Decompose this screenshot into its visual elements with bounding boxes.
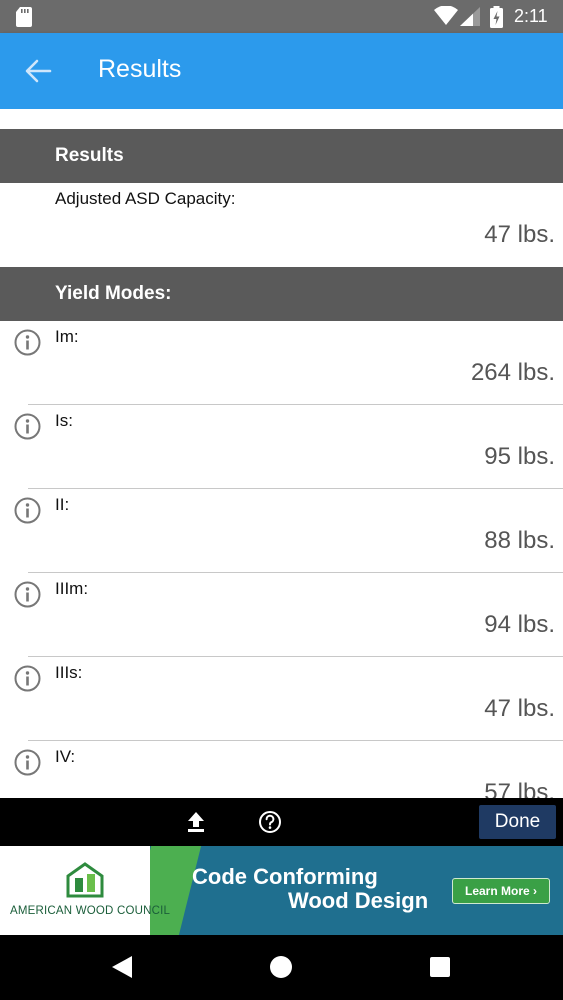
capacity-label: Adjusted ASD Capacity: (55, 189, 236, 208)
nav-recents-icon[interactable] (430, 957, 450, 977)
ad-org-name: AMERICAN WOOD COUNCIL (10, 905, 171, 917)
yield-mode-value: 94 lbs. (484, 611, 555, 638)
yield-mode-value: 47 lbs. (484, 695, 555, 722)
yield-mode-row-iiis: IIIs: 47 lbs. (0, 657, 563, 741)
yield-mode-row-ii: II: 88 lbs. (0, 489, 563, 573)
yield-mode-label: IIIs: (55, 663, 83, 682)
capacity-row: Adjusted ASD Capacity: 47 lbs. (0, 183, 563, 267)
yield-modes-section-header: Yield Modes: (0, 267, 563, 321)
yield-mode-label: II: (55, 495, 70, 514)
yield-mode-label: Is: (55, 411, 73, 430)
app-bar: Results (0, 33, 563, 109)
info-icon[interactable] (14, 581, 41, 608)
system-navigation-bar (0, 935, 563, 1000)
page-title: Results (98, 55, 182, 83)
results-content[interactable]: Results Adjusted ASD Capacity: 47 lbs. Y… (0, 109, 563, 798)
yield-mode-label: Im: (55, 327, 79, 346)
top-spacer (0, 109, 563, 129)
nav-back-icon[interactable] (111, 955, 133, 979)
yield-mode-row-is: Is: 95 lbs. (0, 405, 563, 489)
ad-banner[interactable]: AMERICAN WOOD COUNCIL Code Conforming Wo… (0, 846, 563, 935)
info-icon[interactable] (14, 497, 41, 524)
battery-charging-icon (490, 6, 503, 28)
bottom-toolbar: Done (0, 798, 563, 846)
yield-mode-value: 57 lbs. (484, 779, 555, 798)
ad-headline-line1: Code Conforming (192, 864, 378, 889)
yield-mode-label: IV: (55, 747, 76, 766)
yield-mode-value: 88 lbs. (484, 527, 555, 554)
yield-mode-row-iiim: IIIm: 94 lbs. (0, 573, 563, 657)
ad-headline-line2: Wood Design (288, 888, 429, 913)
wifi-icon (434, 6, 458, 25)
info-icon[interactable] (14, 665, 41, 692)
awc-logo-icon (66, 862, 104, 898)
signal-icon (460, 7, 480, 26)
info-icon[interactable] (14, 413, 41, 440)
ad-learn-more-button[interactable]: Learn More › (452, 878, 550, 904)
nav-home-icon[interactable] (270, 956, 292, 978)
results-section-header: Results (0, 129, 563, 183)
screen: 2:11 Results Results Adjusted ASD Capaci… (0, 0, 563, 1000)
done-button[interactable]: Done (479, 805, 556, 839)
back-arrow-icon[interactable] (24, 58, 52, 84)
info-icon[interactable] (14, 329, 41, 356)
capacity-value: 47 lbs. (484, 221, 555, 248)
yield-mode-value: 95 lbs. (484, 443, 555, 470)
info-icon[interactable] (14, 749, 41, 776)
upload-icon[interactable] (185, 810, 207, 834)
yield-mode-row-iv: IV: 57 lbs. (0, 741, 563, 798)
status-time: 2:11 (514, 6, 548, 26)
help-icon[interactable] (258, 810, 282, 834)
status-bar: 2:11 (0, 0, 563, 33)
yield-mode-label: IIIm: (55, 579, 89, 598)
sd-card-icon (16, 7, 32, 27)
yield-mode-value: 264 lbs. (470, 359, 555, 386)
yield-mode-row-im: Im: 264 lbs. (0, 321, 563, 405)
